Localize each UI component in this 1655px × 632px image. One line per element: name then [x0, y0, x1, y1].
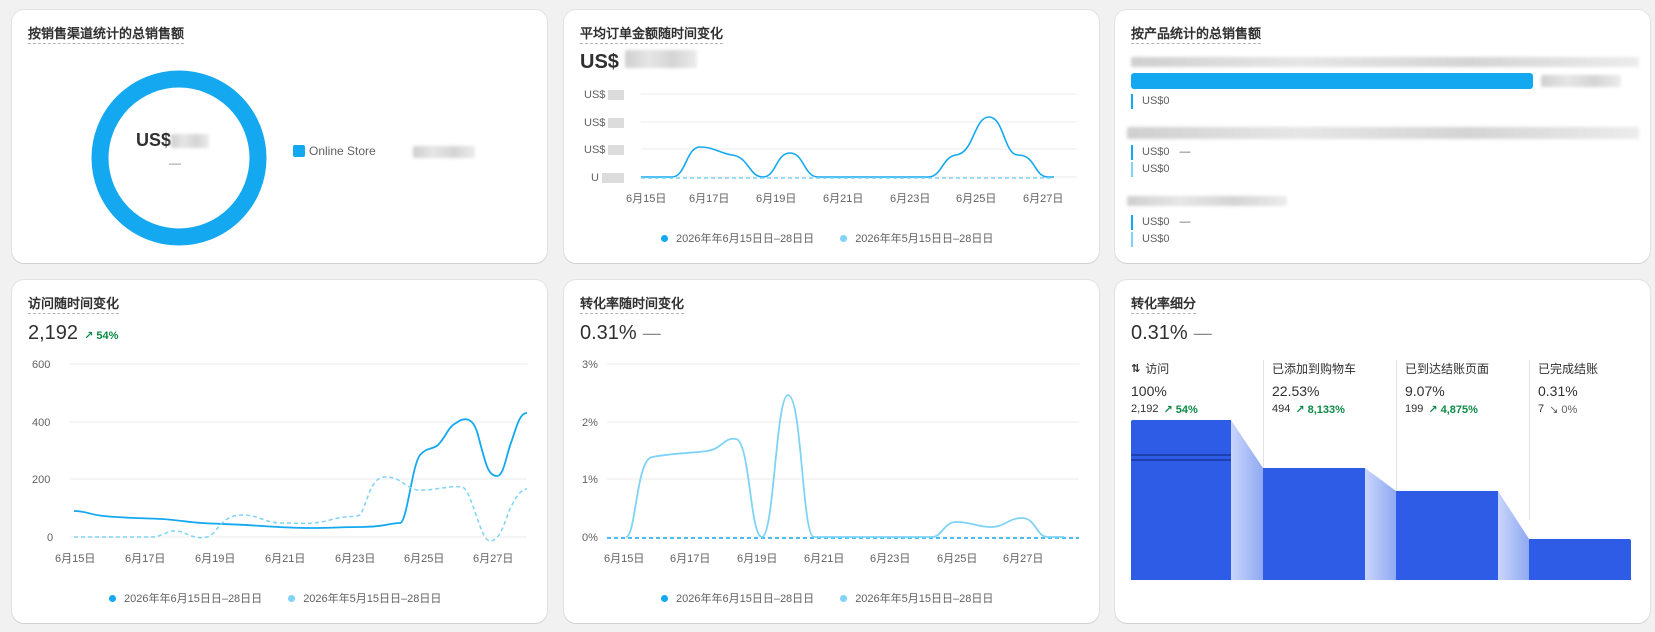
aov-metric: US$ [580, 50, 697, 74]
redacted-value [413, 146, 475, 158]
legend-item-online-store[interactable]: Online Store [293, 144, 376, 158]
redacted-bar-value [1541, 75, 1621, 87]
product-row: US$0— US$0 [1131, 213, 1191, 247]
product-bar[interactable] [1131, 73, 1533, 89]
aov-line-chart: US$ US$ US$ U 6月15日 6月17日 6月19日 6月21日 6月… [584, 89, 1077, 205]
x-tick: 6月15日 [55, 553, 95, 565]
sales-by-product-card: 按产品统计的总销售额 US$0 US$0— US$0 US$0— US$0 [1115, 10, 1650, 263]
card-title[interactable]: 访问随时间变化 [28, 296, 120, 314]
aov-legend: 2026年年6月15日日–28日日 2026年年5月15日日–28日日 [661, 230, 993, 246]
visits-over-time-card: 访问随时间变化 2,192 ↗ 54% 600 400 200 0 6月15日 6… [12, 280, 547, 623]
card-title[interactable]: 转化率随时间变化 [580, 296, 685, 314]
x-tick: 6月17日 [125, 553, 165, 565]
legend-item-current[interactable]: 2026年年6月15日日–28日日 [109, 590, 262, 606]
x-tick: 6月21日 [804, 553, 844, 565]
product-row: US$0 [1131, 92, 1170, 109]
x-tick: 6月25日 [404, 553, 444, 565]
card-title[interactable]: 按销售渠道统计的总销售额 [28, 26, 185, 44]
funnel-bars [1131, 420, 1631, 580]
funnel-bar [1263, 468, 1365, 580]
conversion-line-chart: 3% 2% 1% 0% 6月15日 6月17日 6月19日 6月21日 6月23… [582, 359, 1079, 565]
redacted-product-name [1127, 127, 1639, 139]
dash: — [1179, 146, 1191, 158]
x-tick: 6月23日 [335, 553, 375, 565]
y-tick: 2% [582, 417, 598, 429]
x-tick: 6月17日 [670, 553, 710, 565]
dash: — [1179, 216, 1191, 228]
y-tick: 0 [47, 532, 53, 544]
funnel-connector [1231, 420, 1263, 580]
x-tick: 6月21日 [265, 553, 305, 565]
product-value: US$0 [1131, 94, 1170, 109]
x-tick: 6月27日 [1023, 193, 1063, 205]
legend-item-previous[interactable]: 2026年年5月15日日–28日日 [840, 230, 993, 246]
funnel-bar [1396, 491, 1498, 580]
y-tick: U [591, 172, 599, 184]
x-tick: 6月19日 [195, 553, 235, 565]
conversion-breakdown-card: 转化率细分 0.31% — ⇅ 访问 100% 2,192 ↗ 54% 已添加到购物车… [1115, 280, 1650, 623]
donut-center-value: US$ [136, 130, 210, 151]
legend-item-current[interactable]: 2026年年6月15日日–28日日 [661, 230, 814, 246]
x-tick: 6月25日 [956, 193, 996, 205]
aov-over-time-card: 平均订单金额随时间变化 US$ US$ US$ US$ U 6月15日 6月17… [564, 10, 1099, 263]
redacted-product-name [1127, 196, 1287, 206]
y-tick: 400 [32, 417, 50, 429]
conversion-over-time-card: 转化率随时间变化 0.31% — 3% 2% 1% 0% 6月15日 6月17日 … [564, 280, 1099, 623]
card-title[interactable]: 转化率细分 [1131, 296, 1197, 314]
x-tick: 6月19日 [737, 553, 777, 565]
conversion-legend: 2026年年6月15日日–28日日 2026年年5月15日日–28日日 [661, 590, 993, 606]
x-tick: 6月17日 [689, 193, 729, 205]
x-tick: 6月25日 [937, 553, 977, 565]
y-tick: 0% [582, 532, 598, 544]
x-tick: 6月27日 [473, 553, 513, 565]
product-prev-value: US$0 [1131, 162, 1191, 177]
funnel-bar [1529, 539, 1631, 580]
product-row: US$0— US$0 [1131, 143, 1191, 177]
sales-by-channel-card: 按销售渠道统计的总销售额 US$ — Online Store [12, 10, 547, 263]
delta-badge: ↗ 54% [84, 330, 119, 342]
legend-item-current[interactable]: 2026年年6月15日日–28日日 [661, 590, 814, 606]
funnel-connector [1498, 491, 1529, 580]
product-value: US$0— [1131, 215, 1191, 230]
x-tick: 6月15日 [604, 553, 644, 565]
x-tick: 6月21日 [823, 193, 863, 205]
funnel-connector [1365, 468, 1396, 580]
visits-metric: 2,192 ↗ 54% [28, 322, 119, 344]
y-tick: 3% [582, 359, 598, 371]
x-tick: 6月19日 [756, 193, 796, 205]
legend-item-previous[interactable]: 2026年年5月15日日–28日日 [288, 590, 441, 606]
funnel-bar [1131, 420, 1231, 580]
card-title[interactable]: 平均订单金额随时间变化 [580, 26, 724, 44]
visits-legend: 2026年年6月15日日–28日日 2026年年5月15日日–28日日 [109, 590, 441, 606]
card-title[interactable]: 按产品统计的总销售额 [1131, 26, 1262, 44]
donut-center-sub: — [169, 156, 181, 170]
funnel-metric: 0.31% — [1131, 322, 1212, 344]
product-prev-value: US$0 [1131, 232, 1191, 247]
y-tick: 200 [32, 474, 50, 486]
conversion-metric: 0.31% — [580, 322, 661, 344]
y-tick: US$ [584, 117, 605, 129]
visits-line-chart: 600 400 200 0 6月15日 6月17日 6月19日 6月21日 6月… [32, 359, 528, 565]
y-tick: 1% [582, 474, 598, 486]
product-value: US$0— [1131, 145, 1191, 160]
legend-swatch [293, 145, 305, 157]
y-tick: 600 [32, 359, 50, 371]
redacted-product-name [1131, 57, 1639, 67]
sort-arrows-icon: ⇅ [1131, 363, 1141, 375]
y-tick: US$ [584, 89, 605, 101]
x-tick: 6月23日 [870, 553, 910, 565]
y-tick: US$ [584, 144, 605, 156]
legend-item-previous[interactable]: 2026年年5月15日日–28日日 [840, 590, 993, 606]
x-tick: 6月27日 [1003, 553, 1043, 565]
x-tick: 6月15日 [626, 193, 666, 205]
x-tick: 6月23日 [890, 193, 930, 205]
